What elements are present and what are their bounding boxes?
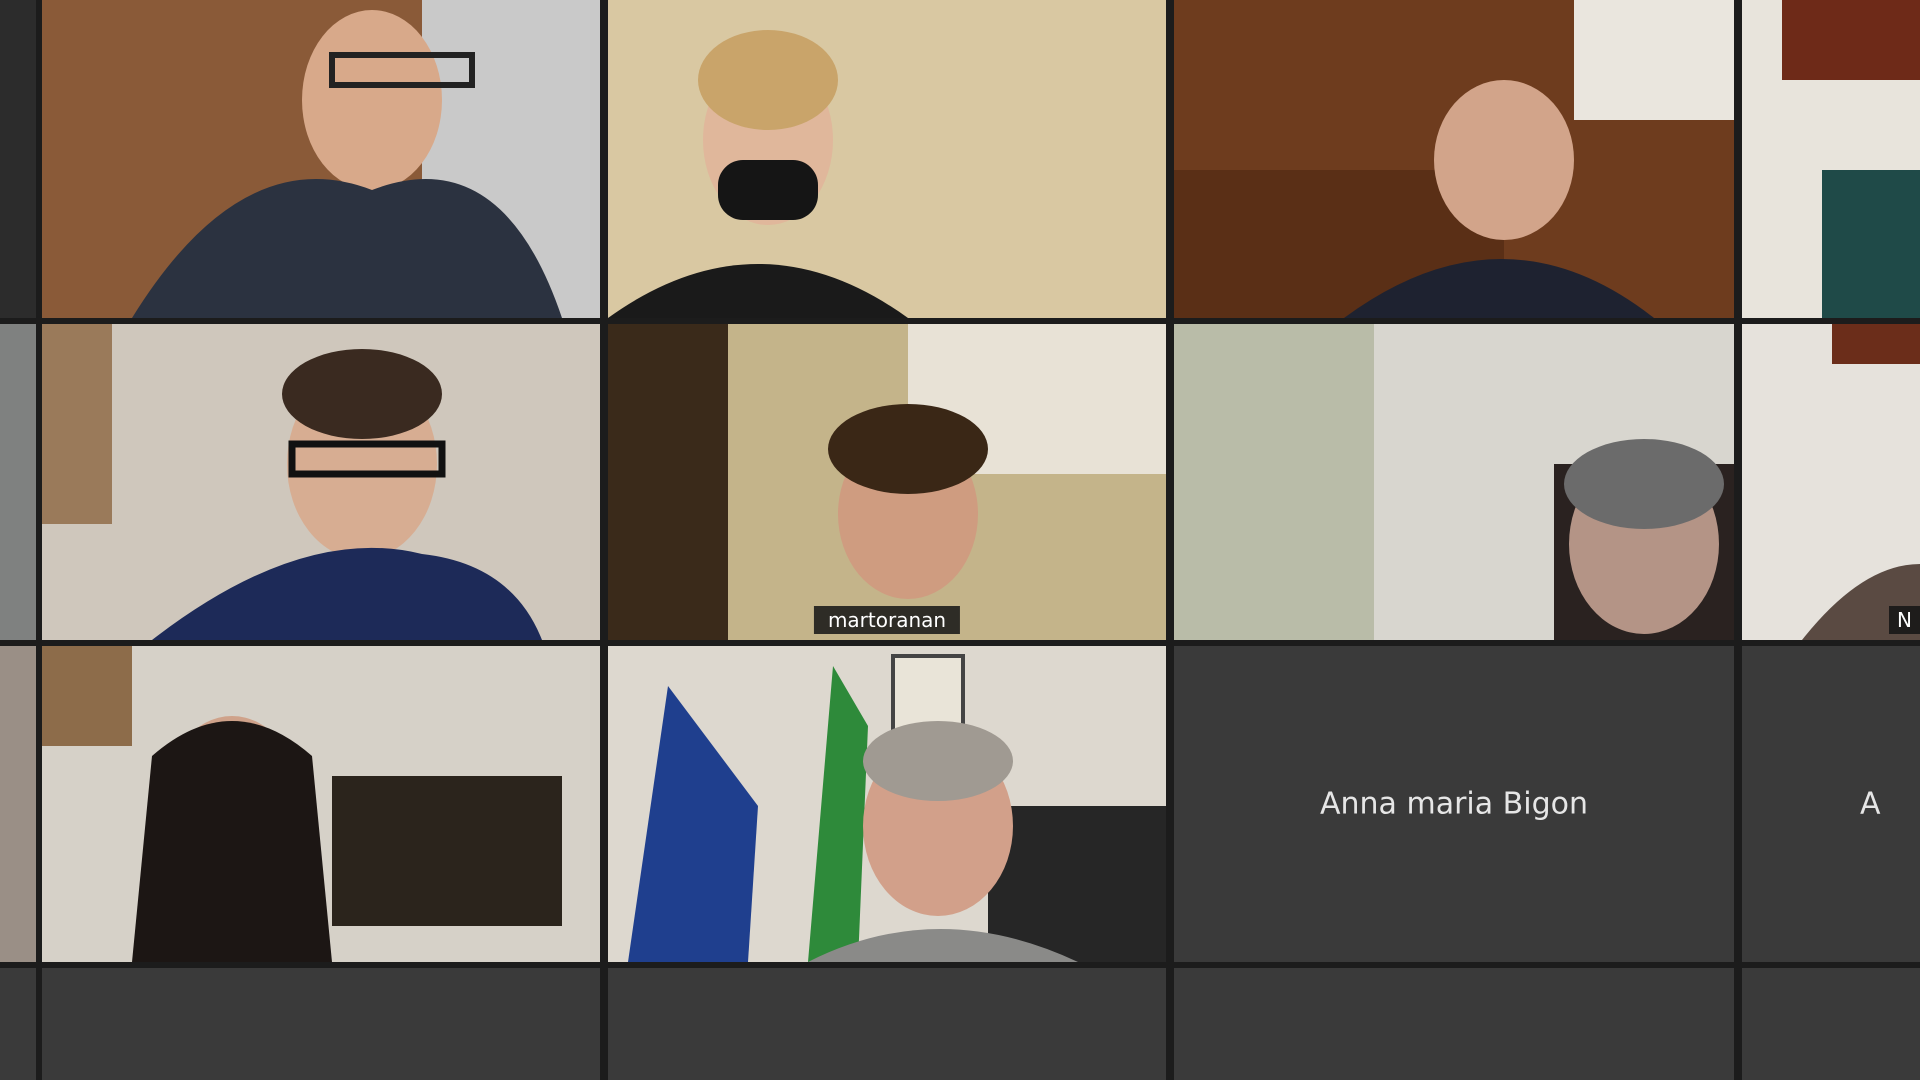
video-tile-p7[interactable]	[42, 324, 600, 640]
video-tile-row4-c[interactable]	[608, 968, 1166, 1080]
video-tile-p12[interactable]	[42, 646, 600, 962]
participant-video	[608, 646, 1166, 962]
video-tile-p6-left[interactable]	[0, 324, 36, 640]
video-tile-p10[interactable]: N	[1742, 324, 1920, 640]
video-tile-row4-e[interactable]	[1742, 968, 1920, 1080]
participant-name-label: martoranan	[813, 606, 961, 634]
video-tile-p14-camera-off[interactable]: Anna maria Bigon	[1174, 646, 1734, 962]
participant-video	[42, 324, 600, 640]
video-tile-p4[interactable]	[1174, 0, 1734, 318]
video-tile-p5[interactable]	[1742, 0, 1920, 318]
video-tile-p15-camera-off[interactable]: A	[1742, 646, 1920, 962]
participant-name-label: N	[1889, 606, 1920, 634]
participant-name-label: A	[1860, 786, 1881, 822]
video-tile-p2[interactable]	[42, 0, 600, 318]
video-tile-p8-active-speaker[interactable]: martoranan	[608, 324, 1166, 640]
participant-video	[1742, 0, 1920, 318]
participant-video	[1174, 324, 1734, 640]
video-tile-row4-d[interactable]	[1174, 968, 1734, 1080]
participant-name-label: Anna maria Bigon	[1320, 786, 1588, 822]
participant-video	[1174, 0, 1734, 318]
video-tile-p11-left[interactable]	[0, 646, 36, 962]
video-tile-row4-a[interactable]	[0, 968, 36, 1080]
video-tile-p3[interactable]	[608, 0, 1166, 318]
participant-video	[1742, 324, 1920, 640]
participant-video	[608, 0, 1166, 318]
video-tile-p1[interactable]	[0, 0, 36, 318]
video-tile-p9[interactable]	[1174, 324, 1734, 640]
video-tile-row4-b[interactable]	[42, 968, 600, 1080]
participant-video	[42, 646, 600, 962]
participant-video	[608, 324, 1166, 640]
participant-video	[42, 0, 600, 318]
video-tile-p13[interactable]	[608, 646, 1166, 962]
